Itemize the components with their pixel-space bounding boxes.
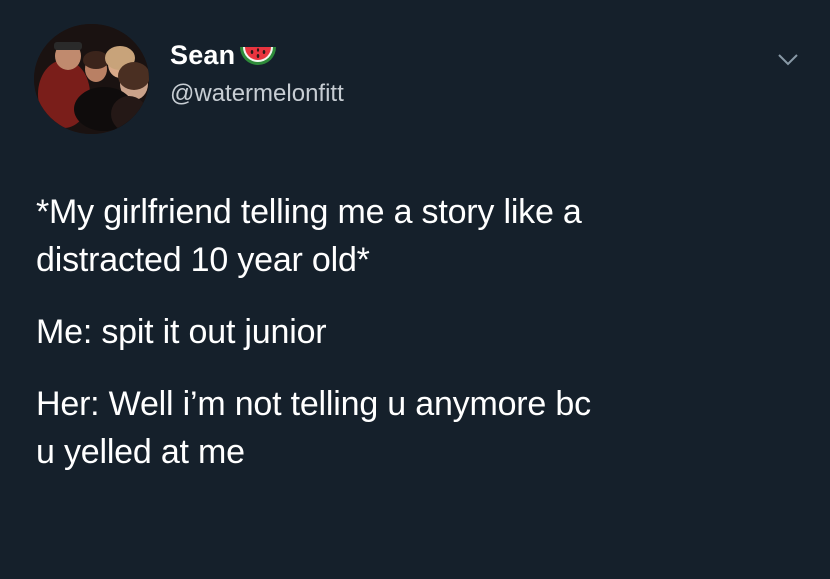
tweet-text: *My girlfriend telling me a story like a…: [36, 188, 806, 476]
chevron-down-icon[interactable]: [777, 52, 799, 68]
tweet-line: Me: spit it out junior: [36, 313, 327, 351]
tweet-paragraph-3: Her: Well i’m not telling u anymore bc u…: [36, 380, 806, 476]
tweet-paragraph-2: Me: spit it out junior: [36, 308, 806, 356]
user-handle[interactable]: @watermelonfitt: [170, 80, 344, 108]
tweet-line: u yelled at me: [36, 433, 245, 471]
watermelon-icon: [237, 41, 279, 71]
avatar[interactable]: [34, 24, 149, 134]
author-name-row: Sean: [170, 38, 279, 72]
group-photo-avatar: [34, 24, 149, 134]
display-name[interactable]: Sean: [170, 40, 235, 71]
tweet-line: distracted 10 year old*: [36, 241, 370, 279]
tweet-line: Her: Well i’m not telling u anymore bc: [36, 385, 591, 423]
tweet-paragraph-1: *My girlfriend telling me a story like a…: [36, 188, 806, 284]
tweet-card: Sean @watermelonfitt *My girlfriend tell…: [0, 0, 830, 579]
tweet-line: *My girlfriend telling me a story like a: [36, 193, 582, 231]
